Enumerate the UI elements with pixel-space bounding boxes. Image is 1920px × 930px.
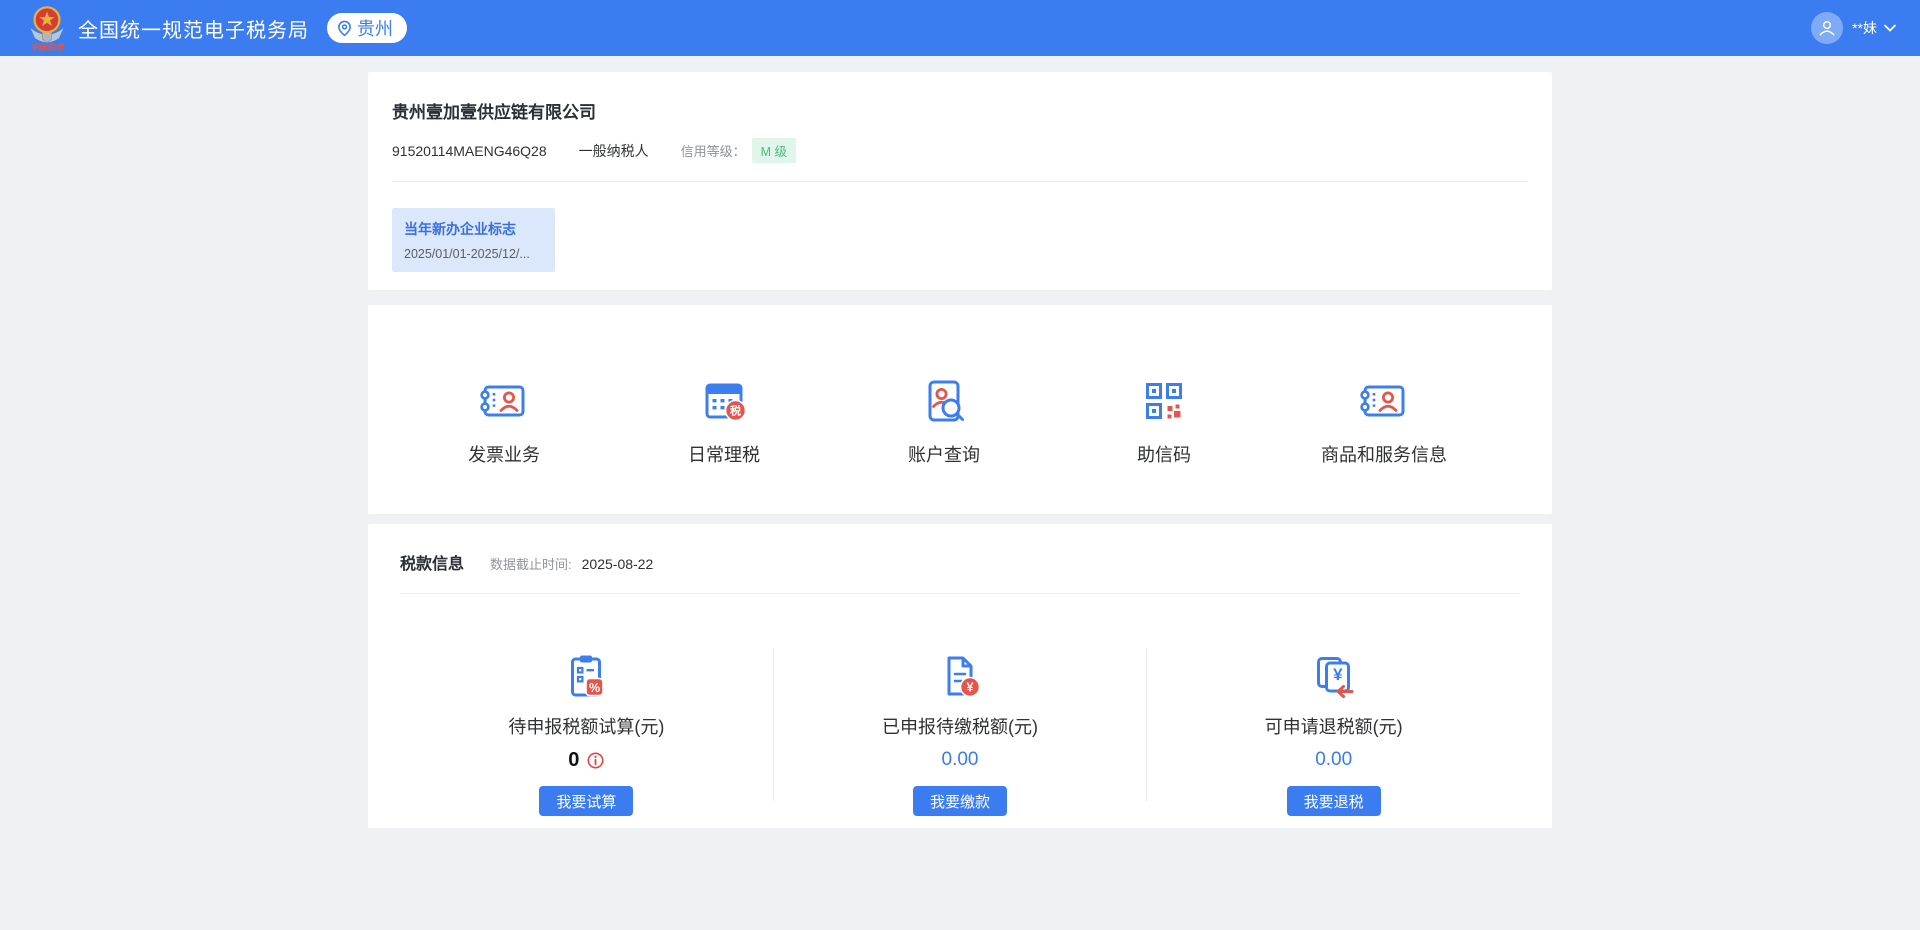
trial-calc-button[interactable]: 我要试算: [539, 786, 633, 816]
svg-text:中国税务: 中国税务: [30, 42, 65, 51]
service-goods-services[interactable]: 商品和服务信息: [1274, 377, 1494, 467]
stat-label: 可申请退税额(元): [1265, 713, 1403, 739]
stat-label: 已申报待缴税额(元): [882, 713, 1038, 739]
stat-refundable: ¥ 可申请退税额(元) 0.00 我要退税: [1147, 594, 1520, 816]
service-label: 商品和服务信息: [1321, 441, 1447, 467]
location-switcher[interactable]: 贵州: [327, 13, 407, 43]
stat-value: 0: [568, 749, 579, 772]
service-label: 日常理税: [688, 441, 760, 467]
daily-tax-icon: 税: [700, 377, 748, 425]
taxpayer-id: 91520114MAENG46Q28: [392, 143, 547, 159]
service-assist-code[interactable]: 助信码: [1054, 377, 1274, 467]
stat-declared-payable: ¥ 已申报待缴税额(元) 0.00 我要缴款: [774, 594, 1147, 816]
services-card: 发票业务 税 日常理税 账: [368, 305, 1552, 514]
stat-value: 0.00: [1315, 749, 1352, 771]
svg-text:¥: ¥: [967, 681, 974, 695]
service-label: 助信码: [1137, 441, 1191, 467]
location-pin-icon: [337, 20, 352, 37]
page-title: 全国统一规范电子税务局: [78, 14, 309, 43]
svg-text:¥: ¥: [1333, 665, 1343, 684]
flag-period: 2025/01/01-2025/12/...: [404, 247, 543, 261]
tax-trial-calc-icon: %: [562, 652, 610, 700]
location-label: 贵州: [357, 15, 393, 41]
user-icon: [1817, 18, 1837, 38]
app-header: 中国税务 全国统一规范电子税务局 贵州 **妹: [0, 0, 1920, 56]
taxpayer-type: 一般纳税人: [579, 141, 649, 161]
flag-title: 当年新办企业标志: [404, 219, 543, 239]
tax-refund-icon: ¥: [1310, 652, 1358, 700]
new-enterprise-flag-card[interactable]: 当年新办企业标志 2025/01/01-2025/12/...: [392, 208, 555, 272]
credit-rating-label: 信用等级：: [681, 141, 746, 160]
tax-info-title: 税款信息: [400, 550, 464, 574]
pay-tax-button[interactable]: 我要缴款: [913, 786, 1007, 816]
svg-text:%: %: [589, 681, 600, 695]
divider: [392, 181, 1528, 182]
info-icon[interactable]: [587, 752, 604, 769]
stat-pending-declaration: % 待申报税额试算(元) 0 我要试算: [400, 594, 773, 816]
goods-services-icon: [1360, 377, 1408, 425]
qr-code-icon: [1140, 377, 1188, 425]
tax-bureau-logo: 中国税务: [26, 5, 68, 51]
svg-text:税: 税: [730, 404, 741, 418]
stat-value: 0.00: [942, 749, 979, 771]
tax-info-card: 税款信息 数据截止时间: 2025-08-22 % 待申报税额试算(元) 0: [368, 524, 1552, 828]
company-name: 贵州壹加壹供应链有限公司: [392, 98, 1528, 123]
user-menu[interactable]: **妹: [1811, 12, 1896, 44]
service-label: 发票业务: [468, 441, 540, 467]
service-label: 账户查询: [908, 441, 980, 467]
service-account-search[interactable]: 账户查询: [834, 377, 1054, 467]
service-daily-tax[interactable]: 税 日常理税: [614, 377, 834, 467]
cutoff-date: 2025-08-22: [582, 556, 654, 572]
username: **妹: [1852, 18, 1877, 38]
service-invoice[interactable]: 发票业务: [394, 377, 614, 467]
chevron-down-icon: [1884, 24, 1896, 32]
invoice-icon: [480, 377, 528, 425]
avatar: [1811, 12, 1843, 44]
account-search-icon: [920, 377, 968, 425]
refund-button[interactable]: 我要退税: [1287, 786, 1381, 816]
stat-label: 待申报税额试算(元): [508, 713, 664, 739]
company-info-card: 贵州壹加壹供应链有限公司 91520114MAENG46Q28 一般纳税人 信用…: [368, 72, 1552, 290]
cutoff-label: 数据截止时间:: [490, 554, 572, 573]
credit-rating-badge: M 级: [752, 138, 796, 163]
pay-tax-icon: ¥: [936, 652, 984, 700]
